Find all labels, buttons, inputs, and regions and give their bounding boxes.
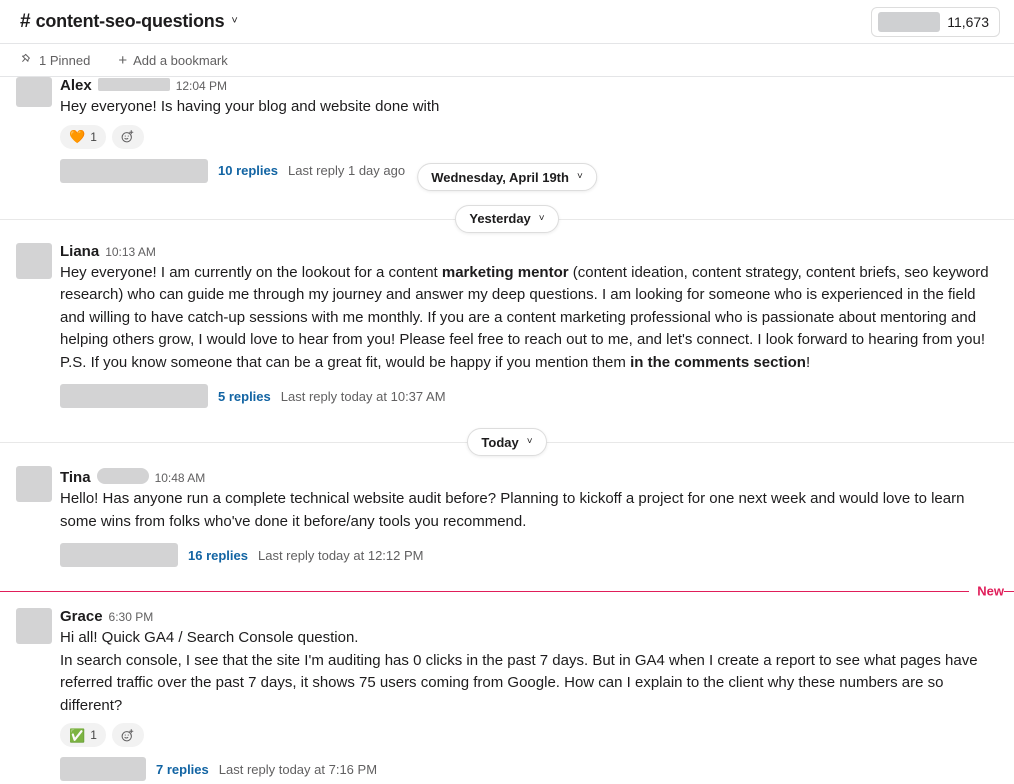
date-label: Yesterday bbox=[469, 211, 531, 226]
reactions-row: ✅ 1 bbox=[60, 723, 998, 747]
chevron-down-icon: ˅ bbox=[231, 15, 238, 27]
plus-icon: + bbox=[118, 51, 128, 69]
reply-count-link[interactable]: 5 replies bbox=[218, 389, 271, 404]
reply-count-link[interactable]: 16 replies bbox=[188, 548, 248, 563]
sender-lastname-redacted bbox=[96, 468, 149, 484]
message-tina: Tina 10:48 AM Hello! Has anyone run a co… bbox=[0, 466, 1014, 570]
pinned-label: 1 Pinned bbox=[39, 52, 91, 68]
chevron-down-icon: ˅ bbox=[576, 171, 583, 182]
hash-icon: # bbox=[20, 11, 31, 32]
add-reaction-button[interactable] bbox=[111, 723, 144, 747]
reaction-count: 1 bbox=[90, 129, 97, 144]
channel-members-button[interactable]: 11,673 bbox=[871, 6, 1000, 37]
channel-title-button[interactable]: # content-seo-questions ˅ bbox=[16, 9, 242, 34]
thread-participant-avatars-redacted bbox=[60, 384, 208, 408]
sender-name[interactable]: Liana bbox=[60, 243, 99, 261]
message-text-part1: Hey everyone! I am currently on the look… bbox=[60, 263, 442, 281]
thread-replies-row[interactable]: 7 replies Last reply today at 7:16 PM bbox=[60, 754, 998, 784]
pinned-items-button[interactable]: 1 Pinned bbox=[16, 50, 95, 71]
add-bookmark-button[interactable]: + Add a bookmark bbox=[113, 50, 232, 71]
date-divider-button-today[interactable]: Today ˅ bbox=[467, 428, 547, 456]
message-grace: Grace 6:30 PM Hi all! Quick GA4 / Search… bbox=[0, 608, 1014, 784]
message-timestamp[interactable]: 6:30 PM bbox=[109, 608, 154, 626]
message-text: Hey everyone! Is having your blog and we… bbox=[60, 98, 440, 115]
member-avatars-redacted bbox=[878, 11, 941, 32]
sticky-date-label: Wednesday, April 19th bbox=[431, 169, 569, 185]
message-meta: Alex 12:04 PM bbox=[60, 77, 998, 95]
channel-header: # content-seo-questions ˅ 11,673 bbox=[0, 0, 1014, 44]
new-divider-rule bbox=[0, 591, 1014, 592]
new-messages-divider: New bbox=[0, 580, 1014, 602]
thread-participant-avatars-redacted bbox=[60, 757, 146, 781]
add-reaction-button[interactable] bbox=[111, 124, 144, 149]
last-reply-label: Last reply today at 12:12 PM bbox=[258, 547, 424, 563]
add-bookmark-label: Add a bookmark bbox=[133, 52, 228, 68]
message-timestamp[interactable]: 12:04 PM bbox=[176, 77, 227, 95]
thread-participant-avatars-redacted bbox=[60, 158, 208, 183]
message-text-bold2: in the comments section bbox=[630, 353, 806, 371]
date-divider-today: Today ˅ bbox=[0, 427, 1014, 457]
date-divider-button-yesterday[interactable]: Yesterday ˅ bbox=[455, 204, 559, 233]
message-meta: Grace 6:30 PM bbox=[60, 608, 998, 626]
reaction-orange-heart[interactable]: 🧡 1 bbox=[60, 124, 106, 149]
reactions-row: 🧡 1 bbox=[60, 124, 998, 149]
message-liana: Liana 10:13 AM Hey everyone! I am curren… bbox=[0, 242, 1014, 412]
reaction-count: 1 bbox=[90, 728, 97, 742]
message-timestamp[interactable]: 10:13 AM bbox=[105, 243, 156, 261]
message-text-line1: Hi all! Quick GA4 / Search Console quest… bbox=[60, 629, 359, 646]
reaction-white-check-mark[interactable]: ✅ 1 bbox=[60, 723, 106, 747]
message-text-line2: In search console, I see that the site I… bbox=[60, 651, 978, 714]
message-text-bold1: marketing mentor bbox=[441, 263, 569, 281]
date-divider-yesterday: Yesterday ˅ bbox=[0, 204, 1014, 234]
message-text: Hello! Has anyone run a complete technic… bbox=[60, 490, 965, 530]
sender-name[interactable]: Alex bbox=[60, 77, 92, 95]
chevron-down-icon: ˅ bbox=[526, 436, 533, 447]
date-label: Today bbox=[481, 434, 519, 450]
message-list: Wednesday, April 19th ˅ Alex 12:04 PM He… bbox=[0, 77, 1014, 784]
chevron-down-icon: ˅ bbox=[538, 212, 545, 224]
message-meta: Tina 10:48 AM bbox=[60, 466, 998, 487]
channel-name: content-seo-questions bbox=[35, 11, 225, 31]
add-reaction-icon bbox=[120, 728, 135, 743]
avatar[interactable] bbox=[16, 466, 52, 502]
pin-icon bbox=[21, 53, 33, 67]
reply-count-link[interactable]: 10 replies bbox=[218, 163, 278, 178]
last-reply-label: Last reply 1 day ago bbox=[288, 163, 406, 178]
reply-count-link[interactable]: 7 replies bbox=[156, 762, 209, 777]
sender-lastname-redacted bbox=[97, 78, 170, 91]
sender-name[interactable]: Tina bbox=[60, 469, 91, 487]
add-reaction-icon bbox=[120, 129, 135, 144]
avatar[interactable] bbox=[16, 608, 52, 644]
thread-replies-row[interactable]: 5 replies Last reply today at 10:37 AM bbox=[60, 381, 998, 411]
message-text: Hey everyone! I am currently on the look… bbox=[60, 262, 998, 375]
new-messages-label: New bbox=[969, 583, 1004, 599]
bookmark-bar: 1 Pinned + Add a bookmark bbox=[0, 44, 1014, 77]
last-reply-label: Last reply today at 7:16 PM bbox=[218, 761, 378, 777]
sender-name[interactable]: Grace bbox=[60, 608, 103, 626]
avatar[interactable] bbox=[16, 242, 52, 279]
sticky-date-divider-wednesday[interactable]: Wednesday, April 19th ˅ bbox=[417, 163, 597, 191]
member-count-label: 11,673 bbox=[947, 13, 989, 30]
white-check-mark-icon: ✅ bbox=[69, 727, 86, 743]
message-meta: Liana 10:13 AM bbox=[60, 243, 998, 261]
thread-replies-row[interactable]: 16 replies Last reply today at 12:12 PM bbox=[60, 540, 998, 570]
last-reply-label: Last reply today at 10:37 AM bbox=[280, 388, 446, 404]
orange-heart-icon: 🧡 bbox=[69, 129, 86, 144]
message-text-part3: ! bbox=[805, 353, 811, 371]
thread-participant-avatars-redacted bbox=[60, 543, 178, 567]
avatar[interactable] bbox=[16, 77, 52, 107]
message-timestamp[interactable]: 10:48 AM bbox=[155, 469, 206, 487]
